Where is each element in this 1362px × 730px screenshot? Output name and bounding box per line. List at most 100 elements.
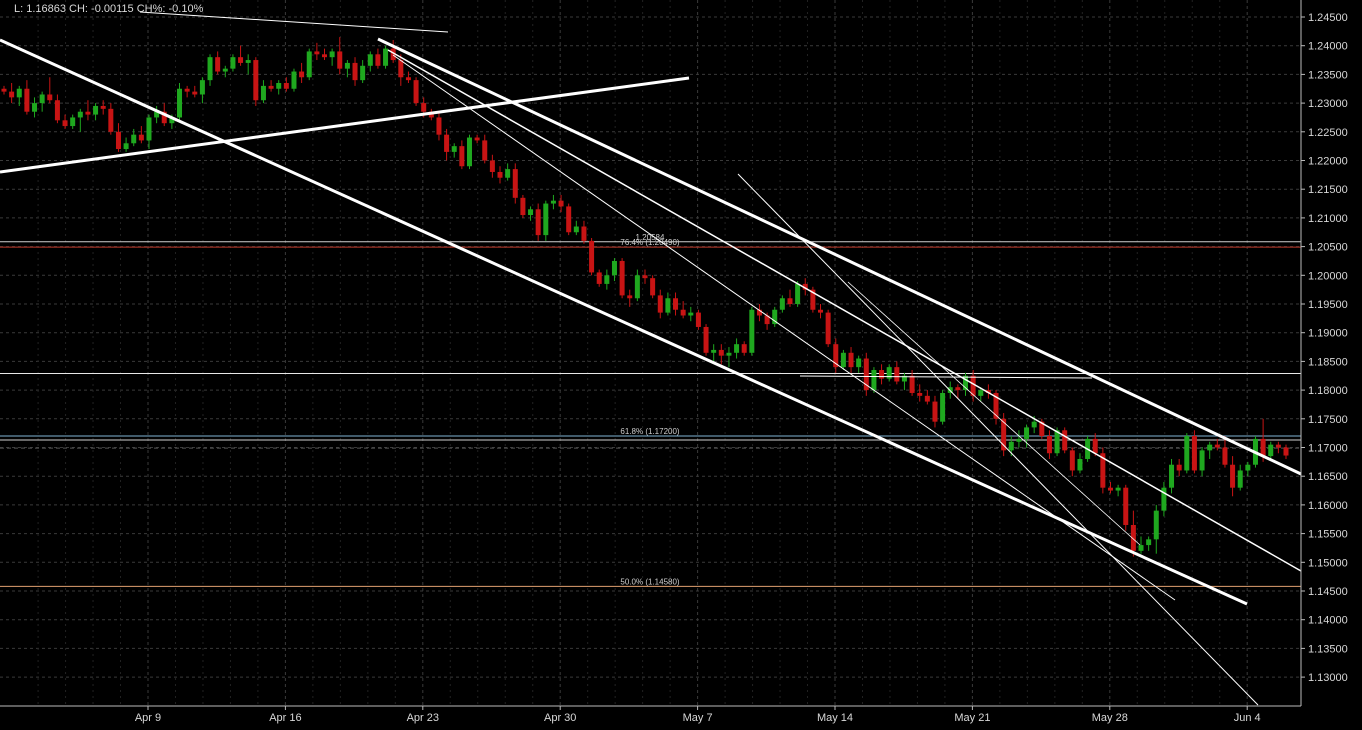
candle-body xyxy=(1268,444,1274,457)
candle-body xyxy=(840,352,846,368)
y-tick-label: 1.21500 xyxy=(1308,184,1348,196)
trendline xyxy=(799,375,1093,379)
candle-body xyxy=(459,146,465,167)
candle-body xyxy=(146,117,152,141)
trendline xyxy=(392,54,1176,601)
candle-body xyxy=(1153,510,1159,540)
candle-body xyxy=(734,344,740,353)
y-tick-label: 1.18500 xyxy=(1308,356,1348,368)
candle-body xyxy=(1207,444,1213,451)
candle-body xyxy=(1031,421,1037,428)
candle-body xyxy=(1,88,7,92)
candle-body xyxy=(184,88,190,92)
y-tick-label: 1.19000 xyxy=(1308,328,1348,340)
x-tick-label: Jun 4 xyxy=(1234,712,1261,724)
candle-body xyxy=(1169,464,1175,488)
candle-body xyxy=(108,108,114,132)
candle-body xyxy=(1230,464,1236,488)
candle-body xyxy=(543,203,549,236)
y-tick-label: 1.14500 xyxy=(1308,586,1348,598)
y-tick-label: 1.16000 xyxy=(1308,500,1348,512)
candle-body xyxy=(573,226,579,233)
candle-body xyxy=(352,62,358,81)
candle-body xyxy=(917,392,923,396)
trendline xyxy=(377,37,1302,476)
candle-body xyxy=(1260,438,1266,457)
candle-body xyxy=(413,80,419,104)
candle-body xyxy=(100,105,106,109)
candle-body xyxy=(405,77,411,81)
candle-body xyxy=(1176,464,1182,471)
y-tick-label: 1.15000 xyxy=(1308,557,1348,569)
candle-body xyxy=(1222,447,1228,465)
candle-body xyxy=(611,260,617,276)
y-tick-label: 1.20000 xyxy=(1308,270,1348,282)
y-tick-label: 1.21000 xyxy=(1308,213,1348,225)
x-tick-label: Apr 23 xyxy=(407,712,439,724)
candle-body xyxy=(1283,447,1289,456)
candle-body xyxy=(940,392,946,422)
candle-body xyxy=(138,134,144,141)
candle-body xyxy=(1138,545,1144,551)
candle-body xyxy=(711,349,717,353)
y-tick-label: 1.22500 xyxy=(1308,127,1348,139)
candle-body xyxy=(306,51,312,78)
level-label: 61.8% (1.17200) xyxy=(620,427,679,436)
candle-body xyxy=(650,278,656,296)
candle-body xyxy=(657,295,663,313)
x-tick-label: May 7 xyxy=(683,712,713,724)
candle-body xyxy=(253,60,259,101)
y-tick-label: 1.14000 xyxy=(1308,615,1348,627)
candle-body xyxy=(749,309,755,353)
candle-body xyxy=(436,117,442,135)
trendlines xyxy=(0,11,1302,706)
candle-body xyxy=(673,298,679,310)
candle-body xyxy=(115,131,121,150)
candle-body xyxy=(466,137,472,167)
candle-body xyxy=(879,370,885,379)
candle-body xyxy=(924,395,930,402)
candle-body xyxy=(604,275,610,284)
candle-body xyxy=(482,140,488,161)
candle-body xyxy=(695,312,701,327)
candle-body xyxy=(192,91,198,95)
candle-body xyxy=(283,83,289,89)
candle-body xyxy=(131,134,137,144)
y-tick-label: 1.22000 xyxy=(1308,156,1348,168)
level-label: 50.0% (1.14580) xyxy=(620,577,679,586)
candle-body xyxy=(726,352,732,356)
candle-body xyxy=(329,51,335,58)
candle-body xyxy=(39,94,45,104)
candlestick-series xyxy=(1,37,1289,557)
candle-body xyxy=(680,309,686,316)
x-tick-label: Apr 16 xyxy=(269,712,301,724)
y-tick-label: 1.18000 xyxy=(1308,385,1348,397)
level-label: 76.4% (1.20490) xyxy=(620,238,679,247)
y-tick-label: 1.19500 xyxy=(1308,299,1348,311)
candle-body xyxy=(558,200,564,207)
candle-body xyxy=(978,390,984,396)
candle-body xyxy=(619,260,625,296)
trendline xyxy=(737,173,1259,706)
y-tick-label: 1.24500 xyxy=(1308,12,1348,24)
candle-body xyxy=(360,65,366,81)
candle-body xyxy=(199,80,205,95)
candle-body xyxy=(1107,487,1113,491)
candle-body xyxy=(642,275,648,279)
candle-body xyxy=(741,344,747,353)
candle-body xyxy=(215,57,221,72)
candle-body xyxy=(337,51,343,69)
candle-body xyxy=(24,88,30,112)
candle-body xyxy=(383,48,389,66)
trendline xyxy=(847,281,1141,546)
candle-body xyxy=(1184,436,1190,471)
y-tick-label: 1.15500 xyxy=(1308,529,1348,541)
candle-body xyxy=(932,401,938,422)
candle-body xyxy=(260,85,266,101)
candle-body xyxy=(1275,444,1281,448)
candle-body xyxy=(1092,438,1098,454)
y-tick-label: 1.13000 xyxy=(1308,672,1348,684)
x-tick-label: May 21 xyxy=(954,712,990,724)
price-chart[interactable]: 1.2058476.4% (1.20490)61.8% (1.17200)50.… xyxy=(0,0,1362,730)
candle-body xyxy=(634,275,640,299)
